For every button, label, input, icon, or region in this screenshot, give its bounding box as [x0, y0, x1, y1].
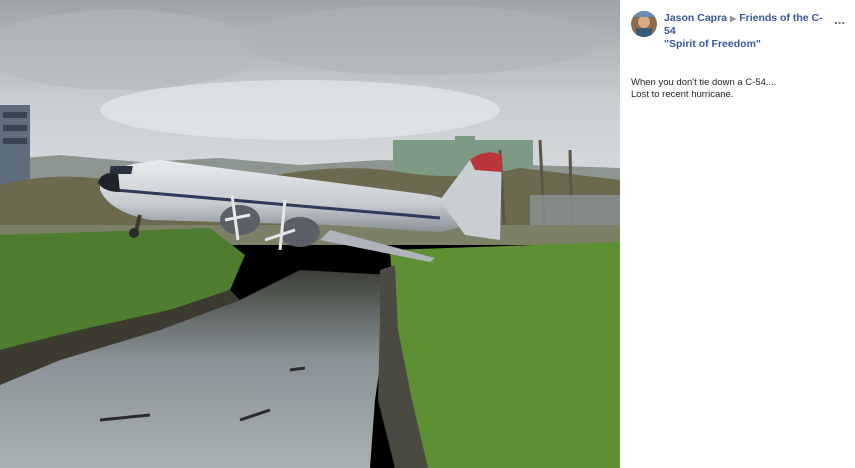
post-text-line: Lost to recent hurricane. — [631, 89, 734, 100]
photo-scene — [0, 0, 620, 468]
cloud — [240, 5, 600, 75]
right-triangle-icon: ▶ — [730, 14, 737, 23]
avatar-image — [631, 11, 657, 37]
building-tower — [455, 136, 475, 144]
more-options-icon[interactable]: ... — [834, 12, 845, 27]
author-name[interactable]: Jason Capra — [664, 12, 727, 24]
avatar[interactable] — [631, 11, 657, 37]
group-subtitle[interactable]: "Spirit of Freedom" — [664, 38, 761, 50]
post-sidebar: Jason Capra ▶ Friends of the C-54 "Spirit … — [620, 0, 855, 468]
post-photo[interactable] — [0, 0, 620, 468]
building-window-row — [3, 138, 27, 144]
building-window-row — [3, 125, 27, 131]
post-text-line: When you don't tie down a C-54.... — [631, 77, 777, 88]
post-message: When you don't tie down a C-54.... Lost … — [631, 77, 845, 101]
post-header-text: Jason Capra ▶ Friends of the C-54 "Spirit … — [664, 10, 834, 51]
right-bank — [390, 242, 620, 468]
cloud — [100, 80, 500, 140]
building-window-row — [3, 112, 27, 118]
post-header: Jason Capra ▶ Friends of the C-54 "Spirit … — [631, 10, 845, 51]
